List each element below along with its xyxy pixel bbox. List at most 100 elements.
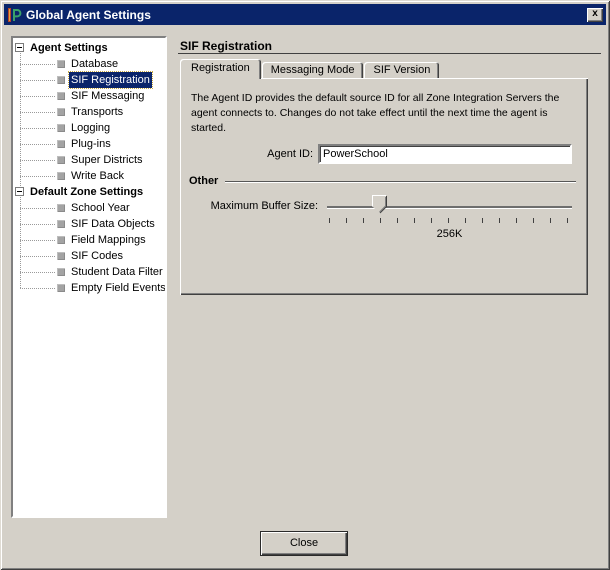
slider-tick [516, 218, 517, 223]
tree-item-label: Student Data Filter [69, 264, 165, 280]
slider-tick [346, 218, 347, 223]
slider-tick [533, 218, 534, 223]
titlebar: Global Agent Settings x [4, 4, 606, 25]
tab-bar: RegistrationMessaging ModeSIF Version [180, 59, 440, 78]
tree-branch-line [20, 96, 55, 97]
tree-branch-line [20, 176, 55, 177]
buffer-size-slider[interactable]: 256K [327, 193, 572, 245]
tree-item-label: Super Districts [69, 152, 145, 168]
tree-item-icon [57, 108, 65, 116]
tree-branch-line [20, 208, 55, 209]
tree-item-label: SIF Codes [69, 248, 125, 264]
tree-branch-line [20, 112, 55, 113]
tree-item-icon [57, 204, 65, 212]
tree-item-write-back[interactable]: Write Back [13, 168, 165, 184]
tree-item-label: Database [69, 56, 120, 72]
tree-branch-line [20, 288, 55, 289]
buffer-size-label: Maximum Buffer Size: [180, 200, 318, 212]
tree-item-label: SIF Registration [69, 72, 152, 88]
tree-branch-line [20, 256, 55, 257]
tree-group-label: Default Zone Settings [30, 184, 143, 200]
tree-item-agent-settings[interactable]: Agent Settings [13, 40, 165, 56]
slider-tick [465, 218, 466, 223]
tree-item-super-districts[interactable]: Super Districts [13, 152, 165, 168]
tree-item-student-data-filter[interactable]: Student Data Filter [13, 264, 165, 280]
tree-item-database[interactable]: Database [13, 56, 165, 72]
tree-item-sif-registration[interactable]: SIF Registration [13, 72, 165, 88]
global-agent-settings-dialog: Global Agent Settings x Agent SettingsDa… [0, 0, 610, 570]
tree-item-icon [57, 172, 65, 180]
tree-item-sif-data-objects[interactable]: SIF Data Objects [13, 216, 165, 232]
tree-item-sif-messaging[interactable]: SIF Messaging [13, 88, 165, 104]
tree-item-field-mappings[interactable]: Field Mappings [13, 232, 165, 248]
agent-id-input[interactable] [318, 144, 572, 164]
tree-branch-line [20, 224, 55, 225]
tree-item-icon [57, 252, 65, 260]
slider-tick [482, 218, 483, 223]
tree-item-transports[interactable]: Transports [13, 104, 165, 120]
tree-item-label: Logging [69, 120, 112, 136]
slider-tick [499, 218, 500, 223]
tree-item-school-year[interactable]: School Year [13, 200, 165, 216]
tree-item-icon [57, 220, 65, 228]
tree-item-plug-ins[interactable]: Plug-ins [13, 136, 165, 152]
close-window-button[interactable]: x [587, 8, 603, 22]
powerschool-logo-icon [7, 7, 22, 23]
tree-branch-line [20, 64, 55, 65]
settings-tree-inner: Agent SettingsDatabaseSIF RegistrationSI… [13, 40, 165, 516]
agent-id-description: The Agent ID provides the default source… [191, 91, 583, 136]
tree-item-icon [57, 60, 65, 68]
tab-messaging-mode[interactable]: Messaging Mode [262, 62, 364, 78]
slider-tick-marks [329, 218, 568, 223]
collapse-expander-icon[interactable] [15, 43, 24, 52]
tree-item-icon [57, 124, 65, 132]
tree-item-sif-codes[interactable]: SIF Codes [13, 248, 165, 264]
tree-item-default-zone-settings[interactable]: Default Zone Settings [13, 184, 165, 200]
close-button[interactable]: Close [260, 531, 348, 556]
tree-item-icon [57, 156, 65, 164]
slider-tick [431, 218, 432, 223]
slider-tick [397, 218, 398, 223]
tree-item-label: Field Mappings [69, 232, 148, 248]
tree-item-empty-field-events[interactable]: Empty Field Events [13, 280, 165, 296]
tree-branch-line [20, 160, 55, 161]
tree-branch-line [20, 80, 55, 81]
settings-tree[interactable]: Agent SettingsDatabaseSIF RegistrationSI… [11, 36, 167, 518]
slider-tick [567, 218, 568, 223]
slider-thumb[interactable] [372, 195, 387, 214]
slider-tick [363, 218, 364, 223]
slider-tick [550, 218, 551, 223]
tree-group-label: Agent Settings [30, 40, 108, 56]
page-title: SIF Registration [180, 39, 272, 53]
tree-item-icon [57, 76, 65, 84]
tree-item-label: SIF Data Objects [69, 216, 157, 232]
tree-item-icon [57, 236, 65, 244]
tree-item-label: School Year [69, 200, 132, 216]
buffer-size-value: 256K [327, 228, 572, 240]
agent-id-label: Agent ID: [180, 148, 318, 160]
other-separator-line [225, 181, 576, 183]
slider-tick [380, 218, 381, 223]
tree-branch-line [20, 272, 55, 273]
slider-tick [448, 218, 449, 223]
other-section-separator: Other [189, 175, 576, 187]
tree-item-label: Transports [69, 104, 125, 120]
tree-item-icon [57, 284, 65, 292]
tree-item-label: Write Back [69, 168, 126, 184]
window-title: Global Agent Settings [26, 8, 587, 22]
slider-tick [414, 218, 415, 223]
collapse-expander-icon[interactable] [15, 187, 24, 196]
tree-item-icon [57, 140, 65, 148]
tree-item-logging[interactable]: Logging [13, 120, 165, 136]
tree-item-label: Plug-ins [69, 136, 113, 152]
tree-item-icon [57, 268, 65, 276]
slider-track[interactable] [327, 206, 572, 209]
tab-registration[interactable]: Registration [180, 59, 261, 79]
tab-sif-version[interactable]: SIF Version [364, 62, 439, 78]
agent-id-row: Agent ID: [180, 144, 578, 164]
tree-item-icon [57, 92, 65, 100]
slider-tick [329, 218, 330, 223]
other-section-heading: Other [189, 175, 218, 187]
tree-branch-line [20, 240, 55, 241]
tree-item-label: Empty Field Events [69, 280, 167, 296]
